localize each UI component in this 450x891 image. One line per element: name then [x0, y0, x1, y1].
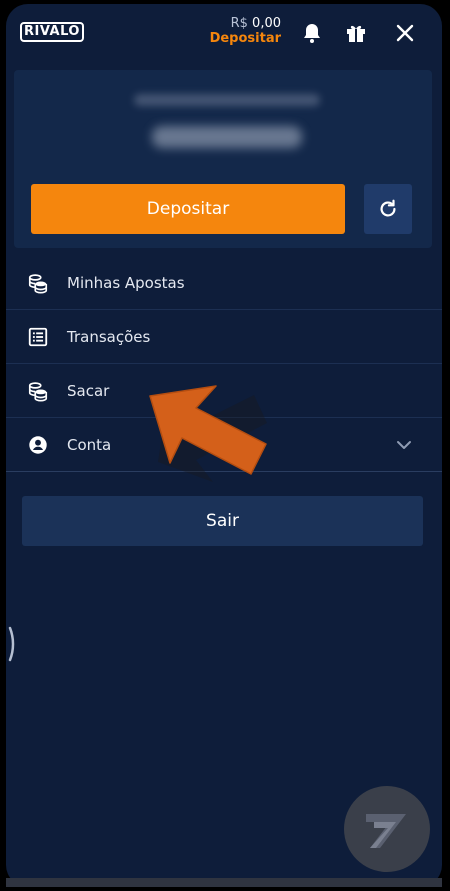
menu-item-label: Minhas Apostas	[67, 273, 185, 292]
balance-display: R$ 0,00 Depositar	[210, 16, 281, 46]
list-icon	[27, 326, 49, 348]
menu-item-label: Sacar	[67, 381, 110, 400]
header-deposit-link[interactable]: Depositar	[210, 31, 281, 46]
menu-item-label: Transações	[67, 327, 151, 346]
menu-item-label: Conta	[67, 435, 112, 454]
pointer-arrow-annotation	[149, 385, 267, 482]
bottom-nav-strip	[6, 878, 442, 887]
logout-button[interactable]: Sair	[22, 496, 423, 546]
currency-symbol: R$	[230, 16, 248, 31]
close-icon[interactable]	[393, 21, 417, 45]
user-circle-icon	[27, 434, 49, 456]
menu-item-transactions[interactable]: Transações	[6, 310, 442, 364]
coins-icon	[27, 380, 49, 402]
rivalo-logo[interactable]: RIVALO	[20, 22, 84, 42]
header-bar: RIVALO R$ 0,00 Depositar	[6, 4, 442, 62]
edge-swipe-handle[interactable]	[8, 624, 16, 664]
balance-amount: R$ 0,00	[210, 16, 281, 31]
blurred-label	[134, 94, 320, 106]
deposit-button[interactable]: Depositar	[31, 184, 345, 234]
wallet-card: Depositar	[14, 70, 432, 248]
gift-icon[interactable]	[344, 21, 368, 45]
blurred-balance	[152, 126, 302, 148]
watermark-logo-icon	[366, 814, 406, 848]
coins-icon	[27, 272, 49, 294]
bell-icon[interactable]	[300, 21, 324, 45]
brand-watermark	[344, 786, 430, 872]
menu-item-my-bets[interactable]: Minhas Apostas	[6, 256, 442, 310]
balance-value: 0,00	[252, 16, 281, 31]
refresh-icon	[380, 199, 396, 217]
chevron-down-icon[interactable]	[396, 437, 412, 453]
mobile-menu-panel: RIVALO R$ 0,00 Depositar Depositar Minha…	[6, 4, 442, 887]
refresh-button[interactable]	[364, 184, 412, 234]
